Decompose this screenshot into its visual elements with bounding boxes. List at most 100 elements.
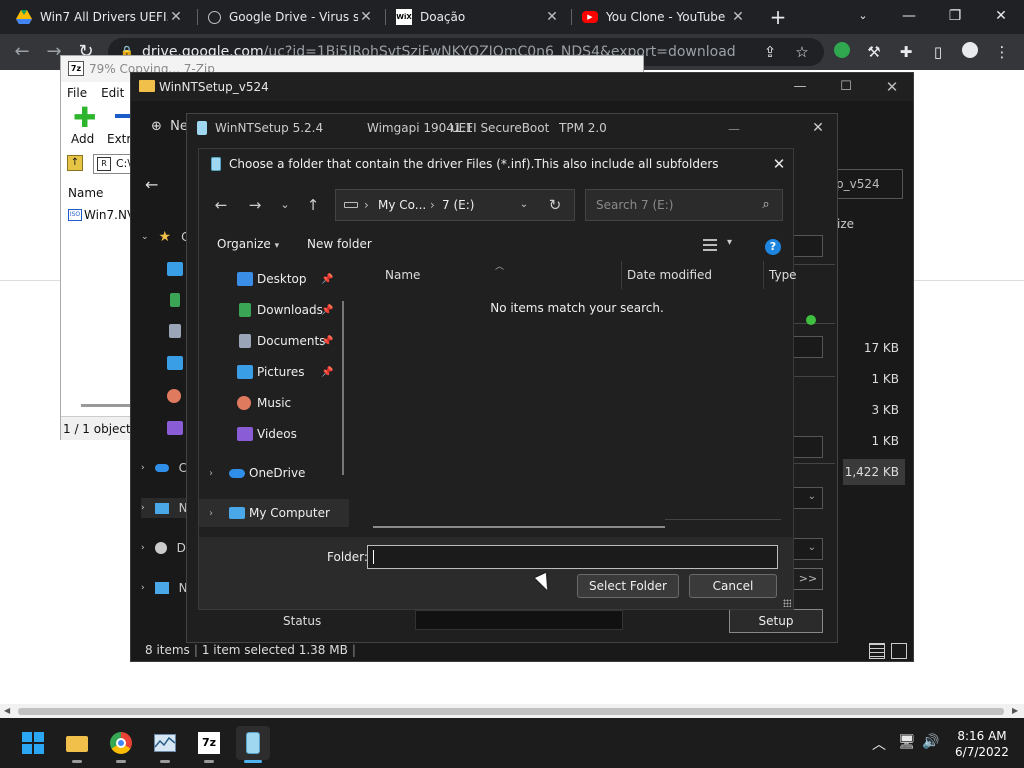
up-icon[interactable]: ↑: [301, 193, 325, 217]
nav-my-computer[interactable]: › My Computer: [199, 499, 349, 527]
extensions-puzzle-icon[interactable]: ✚: [896, 42, 916, 62]
share-icon[interactable]: ⇪: [760, 42, 780, 62]
pin-icon[interactable]: 📌: [321, 336, 333, 347]
start-icon[interactable]: [16, 726, 50, 760]
close-window-icon[interactable]: ✕: [978, 0, 1024, 34]
sevenzip-icon[interactable]: 7z: [192, 726, 226, 760]
nav-downloads[interactable]: Downloads 📌: [199, 296, 349, 324]
nav-desktop[interactable]: Desktop 📌: [199, 265, 349, 293]
quick-access-item[interactable]: ⌄★C: [141, 227, 190, 247]
column-size[interactable]: ize: [837, 217, 854, 231]
new-folder-button[interactable]: New folder: [307, 237, 372, 251]
task-manager-icon[interactable]: [148, 726, 182, 760]
cancel-button[interactable]: Cancel: [689, 574, 777, 598]
address-bar[interactable]: › My Co... › 7 (E:) ⌄: [335, 189, 575, 221]
column-type[interactable]: Type: [769, 268, 797, 282]
extension-face-icon[interactable]: [832, 42, 852, 62]
maximize-icon[interactable]: ☐: [823, 73, 869, 101]
close-window-icon[interactable]: ✕: [803, 114, 833, 142]
search-input[interactable]: Search 7 (E:) ⌕: [585, 189, 783, 221]
nav-onedrive[interactable]: › OneDrive: [199, 459, 349, 487]
nav-documents[interactable]: Documents 📌: [199, 327, 349, 355]
tab-google-drive-virus[interactable]: Google Drive - Virus sc ✕: [198, 0, 384, 34]
network-icon[interactable]: 🖥: [898, 734, 916, 750]
tab-search-icon[interactable]: ⌄: [840, 0, 886, 34]
tab-doacao[interactable]: WiX Doação ✕: [386, 0, 570, 34]
nav-music[interactable]: Music: [199, 389, 349, 417]
nav-videos[interactable]: Videos: [199, 420, 349, 448]
close-tab-icon[interactable]: ✕: [168, 9, 184, 25]
back-icon[interactable]: ←: [209, 193, 233, 217]
folder-input[interactable]: [367, 545, 778, 569]
close-window-icon[interactable]: ✕: [869, 73, 915, 101]
drive-item[interactable]: › D: [141, 538, 186, 558]
profile-avatar-icon[interactable]: [960, 42, 980, 62]
select-folder-button[interactable]: Select Folder: [577, 574, 679, 598]
recent-locations-icon[interactable]: ⌄: [273, 193, 297, 217]
computer-item[interactable]: › N: [141, 498, 191, 518]
new-button[interactable]: ⊕ Ne: [151, 119, 188, 134]
extract-minus-icon[interactable]: [115, 114, 131, 118]
resize-grip-icon[interactable]: [783, 599, 791, 607]
scrollbar-thumb[interactable]: [18, 708, 1004, 715]
path-field[interactable]: [793, 336, 823, 358]
tab-win7-drivers[interactable]: Win7 All Drivers UEFI.ra ✕: [6, 0, 194, 34]
forward-icon[interactable]: →: [243, 193, 267, 217]
dialog-title[interactable]: Choose a folder that contain the driver …: [199, 149, 793, 179]
column-date-modified[interactable]: Date modified: [627, 268, 712, 282]
extension-tool-icon[interactable]: ⚒: [864, 42, 884, 62]
close-tab-icon[interactable]: ✕: [544, 9, 560, 25]
scroll-left-icon[interactable]: ◀: [4, 706, 10, 715]
column-name[interactable]: Name: [385, 268, 420, 282]
chrome-icon[interactable]: [104, 726, 138, 760]
help-icon[interactable]: ?: [765, 239, 781, 255]
minimize-icon[interactable]: —: [777, 73, 823, 101]
option-combo[interactable]: ⌄: [793, 538, 823, 560]
restore-icon[interactable]: ❐: [932, 0, 978, 34]
tab-youtube[interactable]: ▶ You Clone - YouTube ✕: [572, 0, 756, 34]
network-item[interactable]: › N: [141, 578, 188, 598]
expand-chevron-icon[interactable]: ›: [209, 508, 213, 519]
pin-icon[interactable]: 📌: [321, 274, 333, 285]
back-icon[interactable]: ←: [10, 40, 34, 64]
scrollbar[interactable]: [342, 301, 344, 475]
pin-icon[interactable]: 📌: [321, 305, 333, 316]
close-tab-icon[interactable]: ✕: [358, 9, 374, 25]
scrollbar[interactable]: [373, 526, 665, 528]
volume-icon[interactable]: 🔊: [922, 734, 939, 750]
back-icon[interactable]: ←: [145, 175, 158, 194]
side-panel-icon[interactable]: ▯: [928, 42, 948, 62]
onedrive-item[interactable]: › C: [141, 458, 187, 478]
minimize-icon[interactable]: —: [711, 118, 757, 140]
file-explorer-icon[interactable]: [60, 726, 94, 760]
scroll-right-icon[interactable]: ▶: [1012, 706, 1018, 715]
nav-pictures[interactable]: Pictures 📌: [199, 358, 349, 386]
path-field[interactable]: [793, 235, 823, 257]
address-dropdown-icon[interactable]: ⌄: [514, 190, 534, 220]
expand-chevron-icon[interactable]: ›: [209, 468, 213, 479]
menu-edit[interactable]: Edit: [101, 82, 124, 104]
details-view-icon[interactable]: [869, 643, 885, 659]
tray-overflow-icon[interactable]: ︿: [872, 734, 886, 754]
edition-combo[interactable]: ⌄: [793, 487, 823, 509]
setup-button[interactable]: Setup: [729, 609, 823, 633]
minimize-icon[interactable]: —: [886, 0, 932, 34]
refresh-icon[interactable]: ↻: [543, 193, 567, 217]
add-plus-icon[interactable]: ✚: [73, 104, 96, 132]
folder-up-icon[interactable]: ↑: [67, 155, 83, 171]
column-name[interactable]: Name: [68, 186, 103, 200]
tiles-view-icon[interactable]: [891, 643, 907, 659]
close-icon[interactable]: ✕: [767, 153, 791, 175]
add-button[interactable]: Add: [71, 132, 94, 146]
more-options-button[interactable]: >>: [793, 568, 823, 590]
pin-icon[interactable]: 📌: [321, 367, 333, 378]
menu-kebab-icon[interactable]: ⋮: [992, 42, 1012, 62]
new-tab-button[interactable]: +: [766, 4, 790, 30]
close-tab-icon[interactable]: ✕: [730, 9, 746, 25]
breadcrumb-drive-e[interactable]: 7 (E:): [442, 190, 474, 220]
view-dropdown-icon[interactable]: ▾: [727, 237, 732, 248]
page-horizontal-scrollbar[interactable]: ◀ ▶: [0, 704, 1024, 718]
organize-button[interactable]: Organize ▾: [217, 237, 279, 251]
bookmark-star-icon[interactable]: ☆: [792, 42, 812, 62]
clock[interactable]: 8:16 AM 6/7/2022: [950, 728, 1014, 760]
